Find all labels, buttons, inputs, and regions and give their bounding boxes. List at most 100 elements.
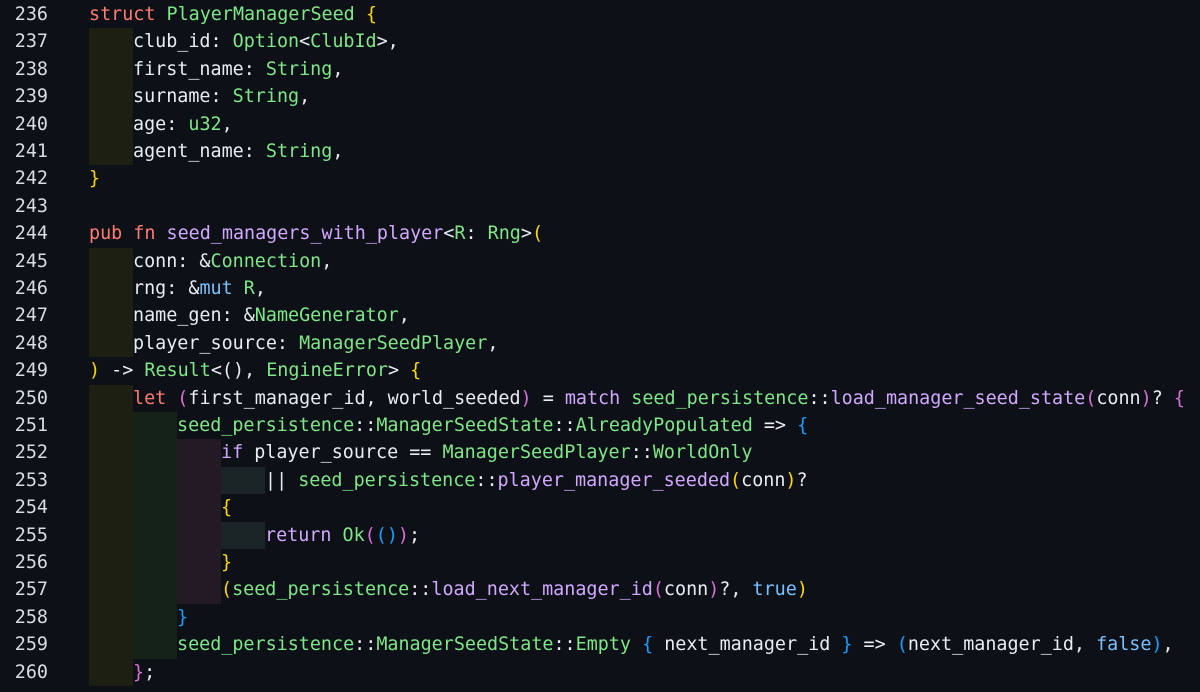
indent-guide	[177, 466, 221, 495]
code-token: player_source ==	[254, 442, 443, 464]
code-line[interactable]: 237 club_id: Option<ClubId>,	[0, 28, 1200, 56]
code-line[interactable]: 241 agent_name: String,	[0, 138, 1200, 166]
indent-guide	[89, 494, 133, 522]
code-token: ::	[354, 415, 377, 436]
indent-guide	[89, 549, 133, 577]
line-number: 248	[14, 332, 48, 354]
code-line[interactable]: 254 {	[0, 494, 1200, 522]
code-token: (	[364, 524, 376, 546]
code-token: ()	[221, 360, 245, 382]
code-line[interactable]: 258}	[0, 603, 1200, 632]
indent-guide	[89, 603, 133, 632]
code-line[interactable]: 260};	[0, 658, 1200, 686]
code-token: )	[89, 360, 101, 382]
code-token: >	[388, 360, 411, 382]
code-token: )	[785, 469, 797, 491]
code-line[interactable]: 259 seed_persistence::ManagerSeedState::E…	[0, 631, 1200, 659]
line-number: 240	[14, 113, 48, 135]
indent-guide	[89, 576, 133, 604]
indent-guide	[177, 494, 221, 522]
code-token: }	[221, 552, 233, 573]
line-number: 241	[14, 141, 48, 162]
code-line[interactable]: 251 seed_persistence::ManagerSeedState::A…	[0, 412, 1200, 440]
code-line[interactable]: 249 ) -> Result<(), EngineError> {	[0, 357, 1200, 384]
code-line[interactable]: 255 return Ok(());	[0, 521, 1200, 549]
code-text: rng: &mut R,	[133, 275, 266, 302]
code-line[interactable]: 240 age: u32,	[0, 110, 1200, 138]
code-token: (	[177, 387, 189, 409]
line-number: 256	[14, 552, 48, 573]
code-line[interactable]: 257 (seed_persistence::load_next_manager_…	[0, 576, 1200, 604]
code-line[interactable]: 236 struct PlayerManagerSeed {	[0, 1, 1200, 28]
code-token: seed_persistence	[177, 415, 355, 436]
indent-guide	[177, 576, 221, 604]
code-line[interactable]: 256}	[0, 549, 1200, 577]
code-token: ,	[332, 141, 344, 162]
code-line[interactable]: 243	[0, 193, 1200, 220]
code-token: ,	[1162, 634, 1174, 656]
code-line[interactable]: 248 player_source: ManagerSeedPlayer,	[0, 329, 1200, 358]
code-text: let (first_manager_id, world_seeded) = m…	[133, 385, 1185, 412]
code-text: if player_source == ManagerSeedPlayer::W…	[221, 439, 753, 466]
code-token: )	[1140, 387, 1152, 409]
code-text: age: u32,	[133, 111, 233, 138]
code-line[interactable]: 239 surname: String,	[0, 83, 1200, 111]
indent-guide	[89, 83, 133, 111]
indent-guide	[89, 631, 133, 659]
indent-guide	[133, 466, 177, 495]
code-line[interactable]: 246 rng: &mut R,	[0, 275, 1200, 303]
code-token: ManagerSeedState	[376, 634, 554, 656]
code-token: ,	[244, 360, 267, 382]
code-token: =>	[852, 634, 897, 656]
code-text: seed_persistence::ManagerSeedState::Empt…	[177, 631, 1174, 658]
indent-guide	[177, 549, 221, 577]
code-token: ()	[375, 524, 398, 546]
code-line[interactable]: 245 conn: &Connection,	[0, 247, 1200, 275]
code-text: }	[221, 549, 232, 576]
code-token: ::	[553, 634, 576, 656]
code-line[interactable]: 253 || seed_persistence::player_manager_s…	[0, 466, 1200, 495]
code-token: load_manager_seed_state	[830, 387, 1086, 409]
code-token: seed_persistence	[631, 387, 809, 409]
line-number: 247	[14, 305, 48, 327]
code-text: struct PlayerManagerSeed {	[89, 1, 377, 28]
code-token: Rng	[487, 223, 521, 245]
code-token: ,	[332, 58, 344, 80]
code-token: {	[642, 634, 654, 656]
indent-guide	[89, 658, 133, 686]
line-number: 249	[14, 360, 48, 382]
code-line[interactable]: 252 if player_source == ManagerSeedPlayer…	[0, 439, 1200, 467]
indent-guide	[133, 576, 177, 604]
code-token: ::	[808, 387, 831, 409]
indent-guide	[89, 521, 133, 549]
code-token: next_manager_id	[653, 634, 842, 656]
code-line[interactable]: 247 name_gen: &NameGenerator,	[0, 302, 1200, 330]
code-token: ManagerSeedPlayer	[299, 332, 488, 354]
indent-guide	[177, 521, 221, 549]
code-token: ,	[299, 86, 311, 108]
code-token: ?	[796, 469, 808, 491]
code-token: rng: &	[133, 278, 200, 299]
code-line[interactable]: 250 let (first_manager_id, world_seeded) …	[0, 384, 1200, 412]
code-token: ,	[321, 250, 333, 272]
line-number: 245	[14, 250, 48, 272]
code-editor[interactable]: 236 struct PlayerManagerSeed {237 club_id:…	[0, 0, 1200, 692]
line-number: 251	[14, 415, 48, 436]
code-token: {	[1173, 387, 1185, 409]
indent-guide	[89, 55, 133, 84]
code-line[interactable]: 244 pub fn seed_managers_with_player<R: R…	[0, 220, 1200, 247]
code-line[interactable]: 238 first_name: String,	[0, 55, 1200, 84]
code-token: ;	[144, 661, 156, 683]
code-text: ) -> Result<(), EngineError> {	[89, 357, 421, 384]
indent-guide	[221, 466, 265, 495]
code-text: };	[133, 659, 155, 686]
code-token: ->	[100, 360, 145, 382]
code-token: false	[1096, 634, 1152, 656]
code-token: conn	[1096, 387, 1141, 409]
code-text: surname: String,	[133, 83, 310, 110]
code-token: conn: &	[133, 250, 211, 272]
code-line[interactable]: 242}	[0, 165, 1200, 192]
code-token: )	[708, 579, 720, 601]
indent-guide	[89, 329, 133, 358]
code-token: surname:	[133, 86, 233, 108]
